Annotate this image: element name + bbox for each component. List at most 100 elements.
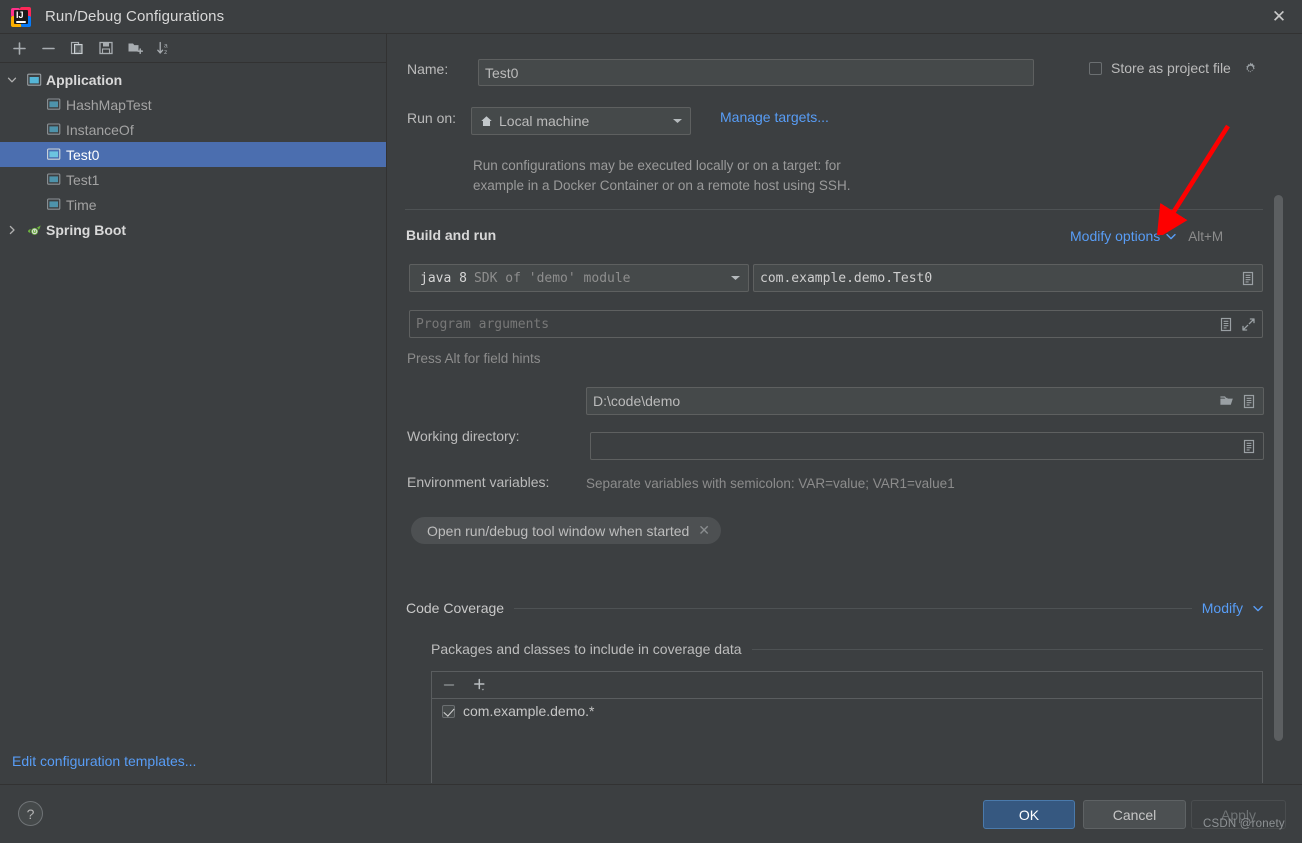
list-icon[interactable] (1215, 313, 1237, 335)
chevron-down-icon[interactable] (1253, 605, 1263, 612)
configuration-editor-panel: Name: Test0 Store as project file Run on… (387, 34, 1302, 783)
run-config-icon (44, 123, 64, 136)
coverage-group-header: Packages and classes to include in cover… (431, 641, 1263, 657)
sort-configurations-button[interactable]: a z (151, 36, 177, 60)
chevron-down-icon[interactable] (664, 117, 690, 125)
spring-boot-icon (24, 222, 44, 237)
watermark: CSDN @ronety (1203, 818, 1285, 830)
list-icon[interactable] (1238, 435, 1260, 457)
close-icon[interactable]: ✕ (698, 522, 710, 539)
working-directory-label-wrap: Working directory: (407, 428, 520, 444)
edit-configuration-templates-link[interactable]: Edit configuration templates... (12, 753, 196, 769)
list-icon[interactable] (1238, 390, 1260, 412)
gear-icon[interactable] (1243, 61, 1258, 76)
modify-options-shortcut: Alt+M (1188, 228, 1224, 244)
tree-group-spring-boot[interactable]: Spring Boot (0, 217, 386, 242)
run-on-label: Run on: (407, 110, 457, 126)
application-icon (24, 73, 44, 87)
environment-variables-input[interactable] (590, 432, 1264, 460)
tree-item-label: InstanceOf (66, 121, 134, 138)
name-input[interactable]: Test0 (478, 59, 1034, 86)
environment-variables-label-wrap: Environment variables: (407, 474, 549, 490)
list-icon[interactable] (1237, 267, 1259, 289)
coverage-list-item[interactable]: com.example.demo.* (432, 699, 1262, 723)
sidebar-toolbar: a z (0, 34, 386, 63)
jdk-combobox[interactable]: java 8 SDK of 'demo' module (409, 264, 749, 292)
run-debug-configurations-dialog: IJ Run/Debug Configurations ✕ a z Applic… (0, 0, 1302, 843)
help-button[interactable]: ? (18, 801, 43, 826)
add-package-button[interactable] (472, 677, 488, 693)
window-titlebar: IJ Run/Debug Configurations ✕ (0, 0, 1302, 33)
add-configuration-button[interactable] (6, 36, 32, 60)
chevron-down-icon[interactable] (722, 274, 748, 282)
tree-item-label: Test0 (66, 146, 100, 163)
run-on-combobox[interactable]: Local machine (471, 107, 691, 135)
environment-variables-hint: Separate variables with semicolon: VAR=v… (586, 476, 955, 491)
name-label: Name: (407, 61, 449, 77)
chevron-right-icon[interactable] (0, 225, 24, 235)
run-on-help-line-2: example in a Docker Container or on a re… (473, 178, 851, 193)
run-on-help-text: Run configurations may be executed local… (473, 156, 1073, 196)
tree-group-label: Application (46, 71, 123, 88)
name-input-value: Test0 (485, 64, 519, 81)
configurations-tree: Application HashMapTest InstanceOf Test0… (0, 63, 386, 242)
folder-browse-icon[interactable] (1216, 390, 1238, 412)
run-on-help-line-1: Run configurations may be executed local… (473, 158, 841, 173)
run-config-icon (44, 148, 64, 161)
expand-icon[interactable] (1237, 313, 1259, 335)
chevron-down-icon[interactable] (1166, 233, 1176, 240)
save-configuration-button[interactable] (93, 36, 119, 60)
remove-package-button[interactable] (442, 678, 456, 692)
copy-configuration-button[interactable] (64, 36, 90, 60)
coverage-item-label: com.example.demo.* (463, 703, 595, 719)
open-run-debug-tool-window-chip[interactable]: Open run/debug tool window when started … (411, 517, 722, 544)
modify-options-row[interactable]: Modify options Alt+M (1070, 228, 1223, 244)
chevron-down-icon[interactable] (0, 75, 24, 85)
tree-item-instanceof[interactable]: InstanceOf (0, 117, 386, 142)
store-as-project-file-row[interactable]: Store as project file (1089, 60, 1258, 76)
editor-panel-scrollbar[interactable] (1274, 195, 1283, 741)
working-directory-input[interactable]: D:\code\demo (586, 387, 1264, 415)
tree-item-hashmaptest[interactable]: HashMapTest (0, 92, 386, 117)
environment-variables-label: Environment variables: (407, 474, 550, 490)
tree-item-label: Test1 (66, 171, 100, 188)
press-alt-hint: Press Alt for field hints (407, 351, 541, 366)
coverage-group-title: Packages and classes to include in cover… (431, 641, 742, 657)
main-class-input[interactable]: com.example.demo.Test0 (753, 264, 1263, 292)
store-as-project-file-label: Store as project file (1111, 60, 1231, 76)
coverage-packages-panel: com.example.demo.* (431, 671, 1263, 783)
run-config-icon (44, 173, 64, 186)
section-divider (514, 607, 1192, 609)
close-icon[interactable]: ✕ (1256, 0, 1302, 33)
chip-label: Open run/debug tool window when started (427, 522, 690, 539)
coverage-panel-toolbar (432, 672, 1262, 699)
coverage-item-checkbox[interactable] (442, 704, 455, 718)
modify-options-link[interactable]: Modify options (1070, 228, 1160, 244)
build-and-run-title-wrap: Build and run (406, 227, 496, 243)
tree-item-test0[interactable]: Test0 (0, 142, 386, 167)
run-on-label-wrap: Run on: (407, 110, 456, 126)
build-and-run-title: Build and run (406, 227, 497, 243)
run-on-value: Local machine (499, 113, 590, 129)
store-as-project-file-checkbox[interactable] (1089, 61, 1102, 75)
cancel-button[interactable]: Cancel (1083, 800, 1186, 829)
code-coverage-modify-link[interactable]: Modify (1202, 600, 1243, 616)
new-folder-button[interactable] (122, 36, 148, 60)
run-config-icon (44, 198, 64, 211)
tree-item-time[interactable]: Time (0, 192, 386, 217)
tree-group-application[interactable]: Application (0, 67, 386, 92)
code-coverage-header: Code Coverage Modify (406, 600, 1263, 616)
code-coverage-title: Code Coverage (406, 600, 505, 616)
remove-configuration-button[interactable] (35, 36, 61, 60)
intellij-idea-icon: IJ (11, 6, 31, 27)
main-class-value: com.example.demo.Test0 (760, 270, 933, 286)
ok-button[interactable]: OK (983, 800, 1075, 829)
configurations-sidebar: a z Application HashMapTest InstanceOf T… (0, 34, 386, 783)
jdk-version-value: java 8 (420, 270, 467, 286)
manage-targets-link-wrap[interactable]: Manage targets... (720, 109, 829, 125)
tree-item-test1[interactable]: Test1 (0, 167, 386, 192)
program-arguments-input[interactable]: Program arguments (409, 310, 1263, 338)
build-and-run-top-divider (405, 209, 1263, 210)
section-divider (751, 648, 1263, 650)
manage-targets-link[interactable]: Manage targets... (720, 109, 829, 125)
